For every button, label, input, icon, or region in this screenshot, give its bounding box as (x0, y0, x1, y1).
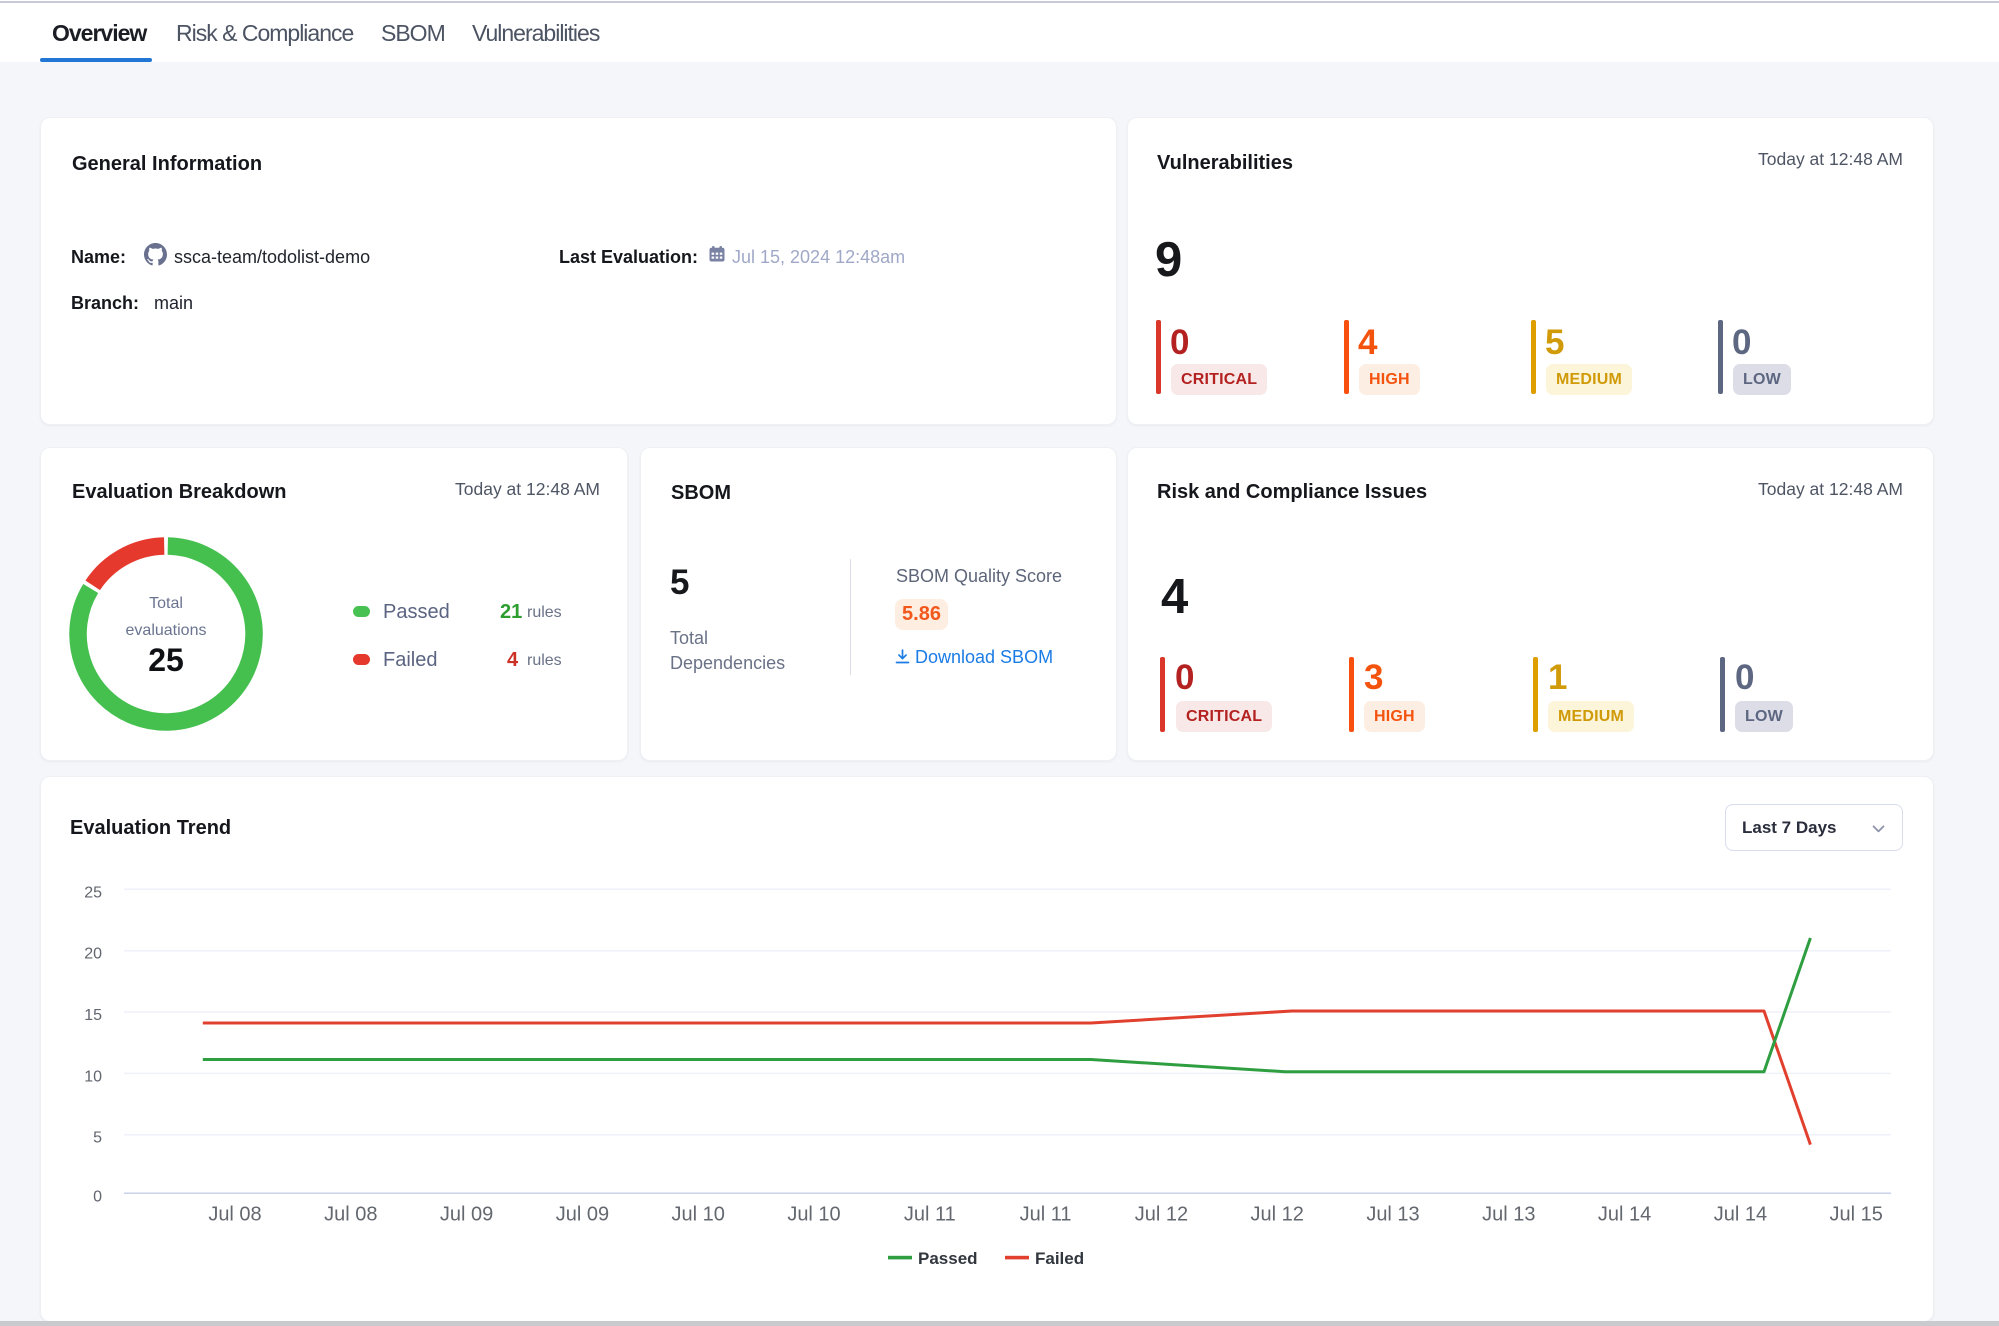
svg-text:5: 5 (93, 1130, 102, 1147)
svg-text:Jul 10: Jul 10 (672, 1204, 725, 1226)
svg-text:25: 25 (84, 884, 102, 901)
svg-text:Jul 12: Jul 12 (1135, 1204, 1188, 1226)
svg-text:15: 15 (84, 1007, 102, 1024)
svg-text:Jul 14: Jul 14 (1598, 1204, 1651, 1226)
svg-text:Jul 12: Jul 12 (1251, 1204, 1304, 1226)
svg-text:Jul 10: Jul 10 (787, 1204, 840, 1226)
svg-text:Jul 13: Jul 13 (1482, 1204, 1535, 1226)
svg-text:20: 20 (84, 946, 102, 963)
svg-text:Passed: Passed (918, 1249, 978, 1268)
svg-text:Jul 08: Jul 08 (324, 1204, 377, 1226)
svg-text:Jul 08: Jul 08 (208, 1204, 261, 1226)
svg-text:Jul 14: Jul 14 (1714, 1204, 1767, 1226)
svg-text:0: 0 (93, 1188, 102, 1205)
svg-text:10: 10 (84, 1068, 102, 1085)
svg-text:Jul 09: Jul 09 (440, 1204, 493, 1226)
svg-text:Jul 15: Jul 15 (1830, 1204, 1883, 1226)
svg-text:Jul 11: Jul 11 (1020, 1204, 1072, 1226)
svg-text:Failed: Failed (1035, 1249, 1084, 1268)
svg-text:Jul 13: Jul 13 (1366, 1204, 1419, 1226)
svg-text:Jul 09: Jul 09 (556, 1204, 609, 1226)
svg-text:Jul 11: Jul 11 (904, 1204, 956, 1226)
